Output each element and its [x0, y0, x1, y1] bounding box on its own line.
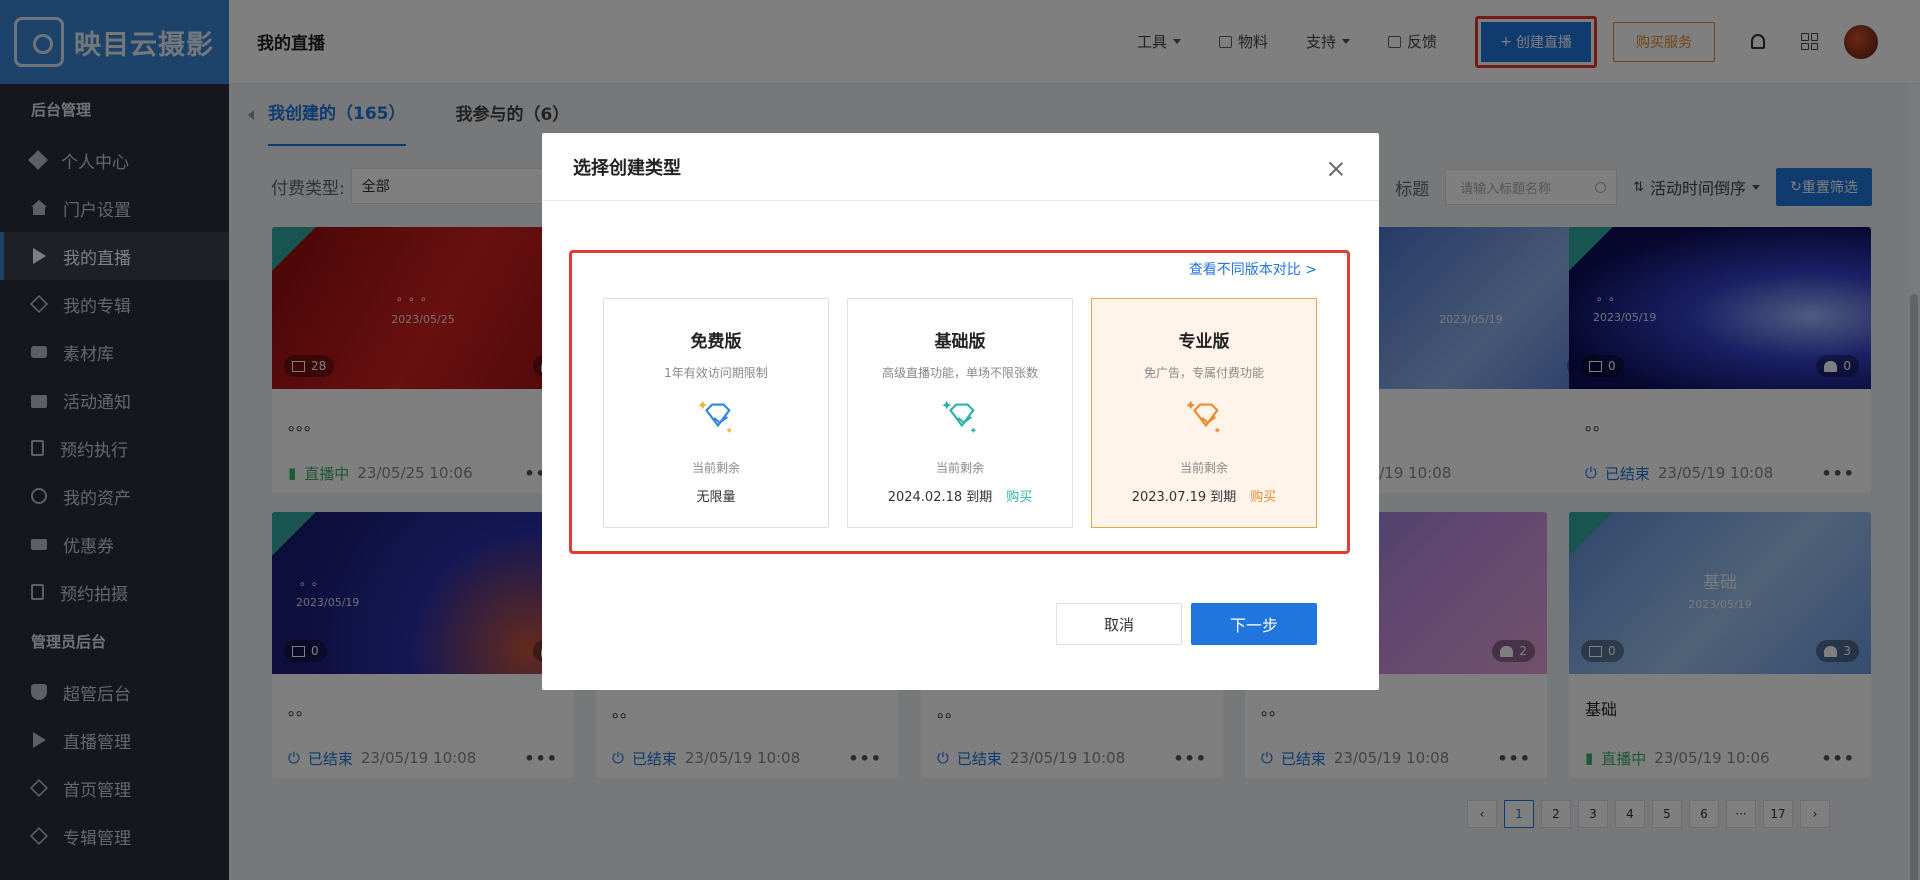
diamond-icon	[698, 400, 733, 434]
remain-text: 2024.02.18 到期	[887, 490, 993, 505]
remain-label: 当前剩余	[935, 461, 984, 475]
plan-desc: 1年有效访问期限制	[664, 366, 768, 380]
plan-desc: 高级直播功能，单场不限张数	[881, 366, 1038, 380]
dialog-header: 选择创建类型	[542, 133, 1379, 201]
remain-text: 2023.07.19 到期	[1131, 490, 1237, 505]
close-icon[interactable]	[1329, 162, 1343, 176]
version-options-highlight: 查看不同版本对比 > 免费版 1年有效访问期限制 当前剩余 无限量 基础版 高级…	[569, 250, 1350, 554]
remain-text: 无限量	[696, 490, 736, 505]
plan-name: 免费版	[690, 332, 742, 352]
create-type-dialog: 选择创建类型 查看不同版本对比 > 免费版 1年有效访问期限制 当前剩余 无限量…	[542, 133, 1379, 690]
diamond-icon	[942, 400, 977, 434]
plan-name: 基础版	[934, 332, 986, 352]
next-step-button[interactable]: 下一步	[1191, 603, 1317, 645]
remain-value: 2024.02.18 到期 购买	[848, 486, 1072, 505]
remain-value: 2023.07.19 到期 购买	[1092, 486, 1316, 505]
cancel-button[interactable]: 取消	[1056, 603, 1182, 645]
buy-pro-link[interactable]: 购买	[1250, 490, 1276, 505]
plan-desc: 免广告，专属付费功能	[1143, 366, 1264, 380]
remain-label: 当前剩余	[1179, 461, 1228, 475]
dialog-title: 选择创建类型	[573, 157, 681, 179]
compare-versions-link[interactable]: 查看不同版本对比 >	[1189, 259, 1317, 279]
plan-free-option[interactable]: 免费版 1年有效访问期限制 当前剩余 无限量	[603, 298, 829, 528]
buy-basic-link[interactable]: 购买	[1006, 490, 1032, 505]
remain-value: 无限量	[604, 486, 828, 505]
plan-basic-option[interactable]: 基础版 高级直播功能，单场不限张数 当前剩余 2024.02.18 到期 购买	[847, 298, 1073, 528]
plan-pro-option[interactable]: 专业版 免广告，专属付费功能 当前剩余 2023.07.19 到期 购买	[1091, 298, 1317, 528]
plan-name: 专业版	[1178, 332, 1230, 352]
remain-label: 当前剩余	[691, 461, 740, 475]
diamond-icon	[1186, 400, 1221, 434]
